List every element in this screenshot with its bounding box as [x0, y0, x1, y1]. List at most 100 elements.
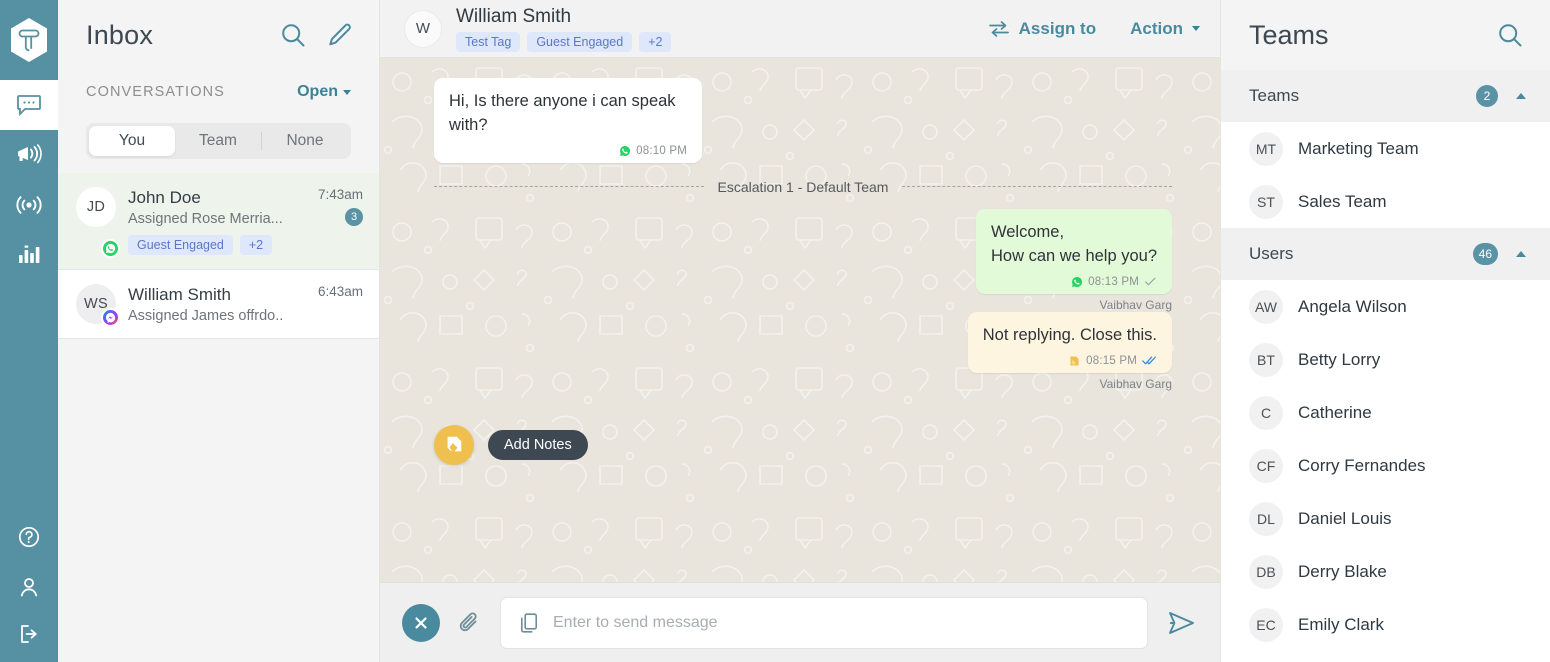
list-item[interactable]: DB Derry Blake	[1221, 545, 1550, 598]
section-meta: 2	[1476, 85, 1526, 107]
conversation-list: JD John Doe Assigned Rose Merria... Gues…	[58, 173, 379, 662]
tag[interactable]: Guest Engaged	[128, 235, 233, 256]
list-item[interactable]: WS William Smith Assigned James offrdo..…	[58, 270, 379, 340]
assignee-tab-group: You Team None	[86, 123, 351, 159]
message-meta: 08:10 PM	[449, 145, 687, 157]
app-logo[interactable]	[0, 0, 58, 80]
avatar: CF	[1249, 448, 1283, 483]
avatar: BT	[1249, 342, 1283, 377]
message-meta: 08:15 PM	[983, 355, 1157, 367]
tab-team[interactable]: Team	[175, 126, 261, 156]
teams-search-icon[interactable]	[1496, 21, 1524, 49]
add-notes-row: Add Notes	[434, 424, 1172, 465]
teams-title: Teams	[1249, 19, 1329, 50]
list-item[interactable]: CF Corry Fernandes	[1221, 439, 1550, 492]
chat-header-actions: Assign to Action	[988, 19, 1200, 39]
tag-list: Test Tag Guest Engaged +2	[456, 31, 672, 52]
rail-item-conversations[interactable]	[0, 80, 58, 130]
inbox-header: Inbox	[58, 0, 379, 70]
list-item[interactable]: C Catherine	[1221, 386, 1550, 439]
tab-you[interactable]: You	[89, 126, 175, 156]
search-icon[interactable]	[279, 21, 307, 49]
tag-overflow[interactable]: +2	[639, 31, 672, 52]
rail-item-profile[interactable]	[0, 562, 58, 612]
list-item[interactable]: ST Sales Team	[1221, 175, 1550, 228]
list-item[interactable]: BT Betty Lorry	[1221, 333, 1550, 386]
message-preview: Assigned Rose Merria...	[128, 211, 283, 228]
single-check-icon	[1145, 277, 1156, 286]
chevron-down-icon	[343, 89, 351, 95]
bar-chart-icon	[19, 245, 40, 263]
user-name: Angela Wilson	[1298, 296, 1407, 316]
teams-panel: Teams Teams 2 MT Marketing Team ST Sales…	[1220, 0, 1550, 662]
message-time: 08:10 PM	[636, 144, 687, 157]
contact-name: John Doe	[128, 188, 201, 207]
user-name: Catherine	[1298, 402, 1372, 422]
add-notes-button[interactable]	[434, 424, 474, 465]
inbox-panel: Inbox CONVERSATIONS Open You Team None J…	[58, 0, 380, 662]
unread-badge: 3	[345, 208, 363, 226]
message-input-wrap[interactable]	[500, 596, 1148, 649]
message-text: Not replying. Close this.	[982, 325, 1157, 344]
section-meta: 46	[1472, 243, 1526, 265]
message-group-note: Not replying. Close this. 08:15 PM Vaibh…	[434, 311, 1172, 391]
close-conversation-button[interactable]	[402, 603, 440, 642]
chat-panel: W William Smith Test Tag Guest Engaged +…	[380, 0, 1220, 662]
avatar: EC	[1249, 607, 1283, 642]
whatsapp-icon	[620, 145, 631, 156]
timestamp: 6:43am	[317, 284, 363, 300]
list-item[interactable]: EC Emily Clark	[1221, 598, 1550, 651]
assign-to-button[interactable]: Assign to	[988, 19, 1096, 39]
message-input[interactable]	[553, 613, 1129, 632]
list-item[interactable]: JD John Doe Assigned Rose Merria... Gues…	[58, 173, 379, 271]
whatsapp-icon	[101, 239, 120, 259]
section-header-teams[interactable]: Teams 2	[1221, 70, 1550, 122]
user-name: Derry Blake	[1298, 561, 1387, 581]
teams-header: Teams	[1221, 0, 1550, 70]
list-item[interactable]: MT Marketing Team	[1221, 122, 1550, 175]
pencil-icon[interactable]	[327, 22, 353, 48]
person-icon	[20, 578, 38, 597]
user-name: Daniel Louis	[1298, 508, 1392, 528]
chevron-up-icon[interactable]	[1516, 93, 1526, 99]
divider-line-left	[434, 186, 704, 188]
messenger-icon	[101, 308, 120, 328]
avatar: ST	[1249, 184, 1283, 219]
send-button[interactable]	[1166, 610, 1196, 636]
avatar: MT	[1249, 131, 1283, 166]
section-title: Users	[1249, 244, 1294, 263]
message-meta: 08:13 PM	[991, 276, 1157, 288]
teams-scroll-area[interactable]: Teams 2 MT Marketing Team ST Sales Team …	[1221, 70, 1550, 662]
tag[interactable]: Guest Engaged	[527, 31, 633, 52]
user-name: Emily Clark	[1298, 614, 1384, 634]
divider-line-right	[902, 186, 1173, 188]
attach-file-button[interactable]	[458, 610, 482, 636]
copy-pages-icon[interactable]	[519, 612, 539, 634]
rail-item-broadcast[interactable]	[0, 180, 58, 230]
tab-none[interactable]: None	[262, 126, 348, 156]
timestamp: 7:43am	[317, 187, 363, 202]
divider-label: Escalation 1 - Default Team	[717, 178, 889, 195]
rail-item-help[interactable]	[0, 512, 58, 562]
whatsapp-icon	[1072, 276, 1083, 287]
list-item[interactable]: DL Daniel Louis	[1221, 492, 1550, 545]
section-header-users[interactable]: Users 46	[1221, 228, 1550, 280]
rail-item-campaigns[interactable]	[0, 130, 58, 180]
logout-icon	[21, 625, 37, 643]
inbox-header-actions	[279, 21, 353, 49]
chevron-up-icon[interactable]	[1516, 251, 1526, 257]
list-item[interactable]: AW Angela Wilson	[1221, 280, 1550, 333]
transfer-arrows-icon	[988, 20, 1009, 37]
page-title: Inbox	[86, 19, 154, 50]
avatar: W	[404, 9, 442, 48]
rail-item-logout[interactable]	[0, 612, 58, 662]
rail-item-analytics[interactable]	[0, 230, 58, 280]
tag-overflow[interactable]: +2	[239, 235, 273, 256]
status-filter-dropdown[interactable]: Open	[297, 83, 351, 101]
status-filter-label: Open	[297, 83, 338, 100]
tag[interactable]: Test Tag	[456, 31, 521, 52]
question-circle-icon	[18, 526, 40, 548]
action-dropdown[interactable]: Action	[1130, 19, 1200, 39]
assign-to-label: Assign to	[1018, 18, 1097, 38]
user-name: Betty Lorry	[1298, 349, 1381, 369]
